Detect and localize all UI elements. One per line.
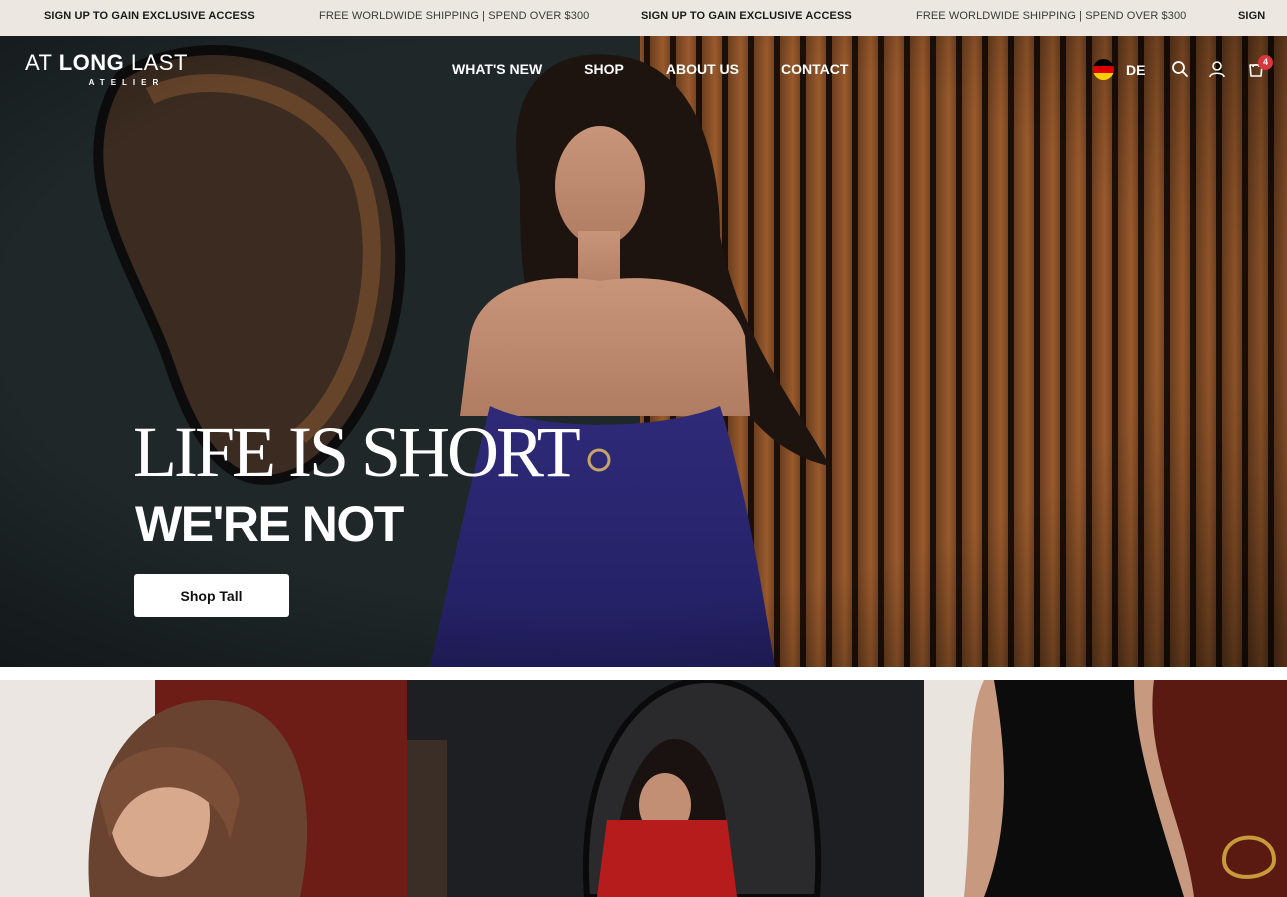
account-icon[interactable] (1208, 60, 1226, 78)
germany-flag-icon (1093, 59, 1114, 80)
locale-selector[interactable]: DE (1093, 59, 1145, 80)
announcement-signup[interactable]: SIGN UP TO GAIN EXCLUSIVE ACCESS (641, 10, 852, 22)
cart-count-badge: 4 (1258, 55, 1273, 70)
announcement-bar: SIGN UP TO GAIN EXCLUSIVE ACCESS FREE WO… (0, 0, 1287, 36)
category-tile[interactable] (0, 680, 407, 897)
tile-image (924, 680, 1287, 897)
hero-banner: AT LONG LAST ATELIER WHAT'S NEW SHOP ABO… (0, 36, 1287, 667)
shop-tall-button[interactable]: Shop Tall (134, 574, 289, 617)
tile-image (407, 680, 924, 897)
announcement-signup[interactable]: SIGN UP TO GAIN EXCLUSIVE ACCESS (44, 10, 255, 22)
nav-about-us[interactable]: ABOUT US (666, 61, 739, 77)
brand-logo[interactable]: AT LONG LAST ATELIER (25, 50, 188, 87)
category-tile[interactable] (924, 680, 1287, 897)
search-icon[interactable] (1171, 60, 1189, 78)
tile-image (0, 680, 407, 897)
locale-code: DE (1126, 61, 1146, 78)
nav-shop[interactable]: SHOP (584, 61, 624, 77)
hero-headline: LIFE IS SHORT (133, 412, 581, 492)
announcement-signup[interactable]: SIGN (1238, 10, 1265, 22)
cart-icon[interactable]: 4 (1247, 55, 1273, 78)
hero-image (0, 36, 1287, 667)
announcement-shipping: FREE WORLDWIDE SHIPPING | SPEND OVER $30… (916, 10, 1187, 22)
main-nav: WHAT'S NEW SHOP ABOUT US CONTACT (452, 61, 890, 77)
category-tiles (0, 680, 1287, 897)
hero-subheadline: WE'RE NOT (135, 496, 404, 552)
nav-contact[interactable]: CONTACT (781, 61, 848, 77)
announcement-shipping: FREE WORLDWIDE SHIPPING | SPEND OVER $30… (319, 10, 590, 22)
nav-whats-new[interactable]: WHAT'S NEW (452, 61, 542, 77)
category-tile[interactable] (407, 680, 924, 897)
